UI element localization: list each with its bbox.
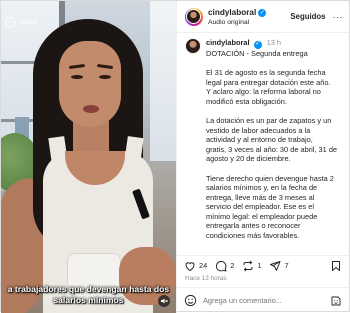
- caption-paragraph: La dotación es un par de zapatos y un ve…: [206, 116, 341, 164]
- bookmark-icon: [332, 260, 340, 271]
- save-button[interactable]: [330, 260, 342, 272]
- caption-header: cindylaboral ✓ 13 h: [206, 38, 341, 49]
- post-panel: cindylaboral ✓ Audio original Seguidos ·…: [175, 1, 349, 313]
- comment-button[interactable]: 2: [215, 260, 234, 272]
- video-subtitle-line: a trabajadores que devengan hasta dos: [7, 284, 170, 294]
- post-header-text: cindylaboral ✓ Audio original: [208, 6, 290, 28]
- send-icon: [270, 260, 281, 271]
- person-face: [59, 41, 121, 127]
- like-button[interactable]: 24: [184, 260, 207, 272]
- caption-line: Tiene derecho quien devengue hasta 2: [205, 173, 334, 183]
- caption-paragraph: El 31 de agosto es la segunda fecha lega…: [206, 68, 341, 106]
- video-subtitle-line: salarios mínimos: [53, 295, 124, 305]
- verified-badge-icon: ✓: [258, 8, 267, 17]
- caption-username[interactable]: cindylaboral: [206, 38, 250, 47]
- comment-icon: [216, 260, 227, 271]
- person-eye: [71, 75, 83, 79]
- video-subtitle: a trabajadores que devengan hasta dos sa…: [7, 284, 170, 306]
- caption-line: vestido de labor adecuados a la: [205, 125, 311, 135]
- action-bar: 24 2 1 7: [176, 255, 349, 275]
- share-button[interactable]: 7: [269, 260, 289, 272]
- heart-icon: [185, 261, 195, 271]
- reel-video[interactable]: ◎ 4days a trabajadores que devengan hast…: [1, 1, 176, 313]
- caption-paragraph: Tiene derecho quien devengue hasta 2 sal…: [206, 174, 341, 241]
- person-eye: [99, 75, 111, 79]
- caption-time: 13 h: [266, 38, 282, 47]
- caption-line: servicio del empleador. Ese es el: [205, 202, 315, 212]
- comment-count: 2: [230, 261, 235, 270]
- caption-line: entregarla antes o reconocer: [205, 221, 301, 231]
- mute-button[interactable]: [158, 295, 170, 307]
- caption-line: Y aclaro algo: la reforma laboral no: [205, 87, 321, 97]
- caption-line: modificó esta obligación.: [205, 96, 287, 106]
- repost-button[interactable]: 1: [242, 260, 261, 272]
- share-count: 7: [284, 261, 289, 270]
- watermark-text: 4days: [19, 19, 38, 26]
- audio-link[interactable]: Audio original: [208, 18, 290, 28]
- post-header: cindylaboral ✓ Audio original Seguidos ·…: [176, 1, 349, 33]
- post-timestamp: Hace 13 horas: [184, 275, 227, 282]
- caption-line: entrega, lleve más de 3 meses al: [205, 192, 315, 202]
- avatar[interactable]: [184, 7, 203, 26]
- caption-line: gratis, 3 veces al año: 30 de abril, 31 …: [205, 144, 338, 154]
- more-options-icon[interactable]: ···: [333, 12, 344, 22]
- username-row: cindylaboral ✓: [208, 8, 267, 18]
- sticker-icon[interactable]: [330, 295, 342, 307]
- caption-avatar[interactable]: [184, 38, 201, 54]
- window-background-right: [149, 1, 176, 161]
- caption-line: El 31 de agosto es la segunda fecha: [205, 67, 326, 77]
- caption-column: cindylaboral ✓ 13 h DOTACIÓN - Segunda e…: [206, 38, 341, 255]
- caption-line: actividad y al entorno de trabajo,: [205, 135, 313, 145]
- video-watermark: ◎ 4days: [5, 17, 38, 28]
- speaker-muted-icon: [161, 298, 168, 304]
- caption-title: DOTACIÓN - Segunda entrega: [205, 48, 308, 58]
- avatar-image: [186, 9, 202, 24]
- caption-line: legal para entregar dotación este año.: [205, 77, 331, 87]
- verified-badge-icon: ✓: [253, 40, 262, 49]
- caption-line: condiciones más favorables.: [205, 231, 300, 241]
- person-lips: [83, 105, 99, 113]
- username-link[interactable]: cindylaboral: [208, 8, 256, 18]
- repost-count: 1: [257, 261, 262, 270]
- comment-box: [176, 287, 349, 313]
- caption-line: mínimo legal: el empleador puede: [205, 211, 318, 221]
- repost-icon: [243, 260, 253, 271]
- watermark-logo-icon: ◎: [5, 17, 16, 28]
- following-button[interactable]: Seguidos: [290, 12, 325, 21]
- caption-line: La dotación es un par de zapatos y un: [205, 115, 332, 125]
- instagram-post: ◎ 4days a trabajadores que devengan hast…: [0, 0, 350, 313]
- like-count: 24: [198, 261, 208, 270]
- caption-line: salarios mínimos y, en la fecha de: [205, 183, 318, 193]
- caption-line: agosto y 20 de diciembre.: [205, 154, 291, 164]
- comment-input[interactable]: [202, 296, 330, 305]
- post-caption-area[interactable]: cindylaboral ✓ 13 h DOTACIÓN - Segunda e…: [177, 33, 349, 255]
- emoji-icon[interactable]: [184, 294, 197, 307]
